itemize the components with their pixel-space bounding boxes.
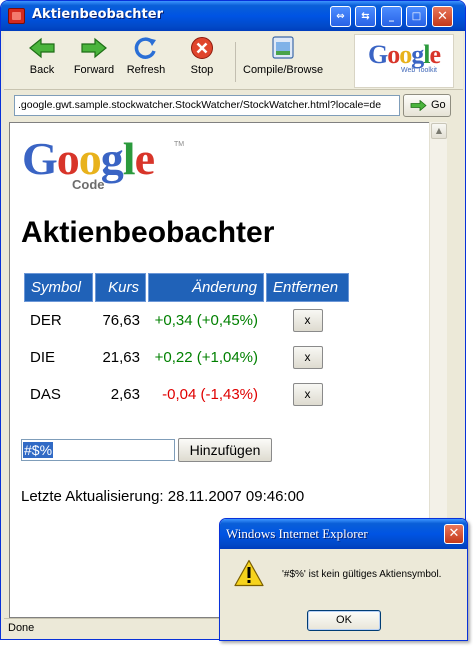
symbol-cell: DIE (30, 349, 56, 366)
stock-table: Symbol Kurs Änderung Entfernen DER 76,63… (22, 273, 351, 413)
remove-button[interactable]: x (292, 383, 323, 406)
price-cell: 76,63 (102, 312, 140, 329)
compile-browse-button[interactable]: Compile/Browse (243, 36, 323, 76)
page-title: Aktienbeobachter (21, 216, 275, 249)
symbol-input-value: #$% (23, 442, 54, 458)
forward-arrow-icon (81, 37, 107, 59)
dialog-title: Windows Internet Explorer (226, 526, 368, 541)
google-code-logo: Google Code TM (22, 135, 184, 195)
toolbar-separator (235, 42, 236, 82)
forward-label: Forward (73, 64, 115, 76)
restore-icon[interactable]: ⇔ (330, 6, 351, 27)
warning-icon (234, 559, 264, 587)
remove-button[interactable]: x (292, 309, 323, 332)
window-title: Aktienbeobachter (32, 7, 163, 22)
go-arrow-icon (410, 100, 427, 111)
stop-icon (191, 37, 213, 59)
stop-button[interactable]: Stop (186, 36, 218, 76)
forward-button[interactable]: Forward (71, 36, 117, 76)
symbol-cell: DAS (30, 386, 61, 403)
toolbar: Back Forward Refresh Stop Compile/Browse… (4, 32, 463, 90)
scroll-up-icon[interactable]: ▲ (431, 123, 447, 139)
dialog-title-bar[interactable]: Windows Internet Explorer ✕ (220, 519, 467, 549)
trademark-mark: TM (174, 141, 185, 148)
change-cell: +0,34 (+0,45%) (154, 312, 258, 329)
remove-cell: x (266, 339, 349, 376)
refresh-button[interactable]: Refresh (124, 36, 168, 76)
header-change: Änderung (148, 273, 264, 302)
table-header-row: Symbol Kurs Änderung Entfernen (24, 273, 349, 302)
address-field[interactable]: .google.gwt.sample.stockwatcher.StockWat… (14, 95, 400, 116)
header-remove: Entfernen (266, 273, 349, 302)
symbol-cell: DER (30, 312, 62, 329)
refresh-label: Refresh (126, 64, 166, 76)
table-row: DAS 2,63 -0,04 (-1,43%) x (24, 376, 349, 413)
add-button[interactable]: Hinzufügen (178, 438, 272, 462)
change-cell: +0,22 (+1,04%) (154, 349, 258, 366)
symbol-input[interactable]: #$% (21, 439, 175, 461)
maximize-button[interactable]: □ (406, 6, 427, 27)
header-price: Kurs (95, 273, 146, 302)
back-label: Back (29, 64, 55, 76)
compile-browse-label: Compile/Browse (243, 64, 324, 76)
title-bar[interactable]: Aktienbeobachter ⇔ ⇆ _ □ ✕ (1, 1, 465, 31)
back-button[interactable]: Back (22, 36, 62, 76)
remove-button[interactable]: x (292, 346, 323, 369)
dialog-message: '#$%' ist kein gültiges Aktiensymbol. (282, 569, 442, 580)
app-icon (8, 8, 25, 24)
last-update-text: Letzte Aktualisierung: 28.11.2007 09:46:… (21, 488, 305, 505)
refresh-icon (134, 37, 156, 59)
close-button[interactable]: ✕ (432, 6, 453, 27)
ok-button[interactable]: OK (307, 610, 381, 631)
remove-cell: x (266, 302, 349, 339)
remove-cell: x (266, 376, 349, 413)
go-label: Go (431, 99, 446, 111)
google-code-subtitle: Code (72, 177, 105, 192)
gwt-logo: Google Web Toolkit (354, 34, 454, 88)
price-cell: 21,63 (102, 349, 140, 366)
change-cell: -0,04 (-1,43%) (162, 386, 258, 403)
dock-icon[interactable]: ⇆ (355, 6, 376, 27)
go-button[interactable]: Go (403, 94, 451, 117)
header-symbol: Symbol (24, 273, 93, 302)
back-arrow-icon (29, 37, 55, 59)
dialog-close-button[interactable]: ✕ (444, 524, 464, 544)
stop-label: Stop (190, 64, 214, 76)
table-row: DER 76,63 +0,34 (+0,45%) x (24, 302, 349, 339)
price-cell: 2,63 (110, 386, 140, 403)
minimize-button[interactable]: _ (381, 6, 402, 27)
alert-dialog: Windows Internet Explorer ✕ '#$%' ist ke… (219, 518, 468, 641)
table-row: DIE 21,63 +0,22 (+1,04%) x (24, 339, 349, 376)
compile-browse-icon (272, 36, 294, 59)
address-bar: .google.gwt.sample.stockwatcher.StockWat… (4, 93, 463, 119)
gwt-logo-text: Google (367, 40, 441, 69)
